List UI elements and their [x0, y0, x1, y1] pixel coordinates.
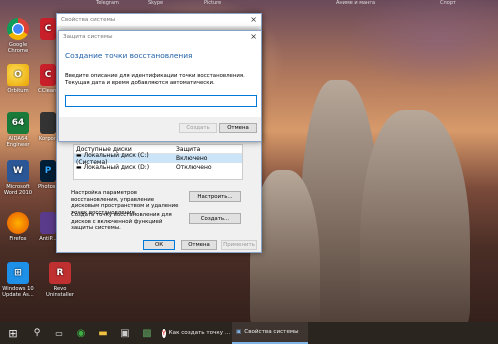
yandex-browser-icon: Y — [162, 328, 166, 338]
xbox-icon: ◉ — [76, 327, 86, 339]
window-title: Свойства системы — [61, 17, 116, 23]
table-row[interactable]: ▬ Локальный диск (D:) Отключено — [74, 163, 242, 172]
drive-protection: Включено — [176, 155, 208, 162]
taskbar-pinned-explorer[interactable]: ▬ — [92, 322, 114, 344]
desktop-top-label: Спорт — [440, 0, 456, 6]
aida64-icon: 64 — [7, 112, 29, 134]
antip-icon — [40, 212, 56, 234]
desktop-icon-aida64[interactable]: 64 AIDA64 Engineer — [0, 112, 36, 148]
table-row[interactable]: ▬ Локальный диск (C:) (Система) Включено — [74, 152, 242, 166]
cancel-button[interactable]: Отмена — [219, 123, 257, 133]
dialog-titlebar: Защита системы × — [59, 31, 261, 43]
close-icon[interactable]: × — [250, 33, 257, 41]
task-view-button[interactable]: ▭ — [48, 322, 70, 344]
configure-button[interactable]: Настроить... — [189, 191, 241, 202]
desktop-icon-label: AIDA64 Engineer — [6, 136, 30, 148]
taskbar-pinned-app[interactable]: ▩ — [136, 322, 158, 344]
ok-button[interactable]: ОК — [143, 240, 175, 250]
desktop-icon-windows-update[interactable]: ⊞ Windows 10 Update As... — [0, 262, 36, 298]
desktop-icon-label: Korpon — [38, 136, 58, 142]
taskbar-app-label: Свойства системы — [244, 329, 299, 335]
desktop-icon-firefox[interactable]: Firefox — [0, 212, 36, 242]
desktop-top-label: Аниме и манга — [336, 0, 376, 6]
korpon-icon — [40, 112, 56, 134]
desktop-icon-label: Microsoft Word 2010 — [3, 184, 33, 196]
taskbar-app-system-properties[interactable]: ▣ Свойства системы — [232, 322, 308, 344]
create-button[interactable]: Создать — [179, 123, 217, 133]
search-icon: ⚲ — [33, 328, 41, 338]
desktop-top-labels: Telegram Skype Picture Аниме и манга Спо… — [0, 0, 498, 10]
system-properties-icon: ▣ — [236, 329, 242, 335]
chrome-icon — [7, 18, 29, 40]
taskbar: ⊞ ⚲ ▭ ◉ ▬ ▣ ▩ Y Как создать точку ... ▣ … — [0, 322, 498, 344]
desktop-icon-label: Orbitum — [7, 88, 29, 94]
rock-formation — [360, 110, 470, 330]
start-button[interactable]: ⊞ — [0, 322, 26, 344]
desktop-icon-ccleaner[interactable]: C — [38, 18, 58, 42]
desktop-icon-label: Photoshop — [38, 184, 66, 190]
desktop-icon-label: AntiP... — [39, 236, 57, 242]
ccleaner-icon: C — [40, 18, 56, 40]
desktop-icon-photoshop[interactable]: P Photoshop — [38, 160, 66, 190]
orbitum-icon: O — [7, 64, 29, 86]
photoshop-icon: P — [40, 160, 56, 182]
desktop-icon-antip[interactable]: AntiP... — [38, 212, 58, 242]
desktop-icon-korpon[interactable]: Korpon — [38, 112, 58, 142]
apply-button[interactable]: Применить — [221, 240, 257, 250]
app-icon: ▩ — [142, 327, 152, 339]
create-button[interactable]: Создать... — [189, 213, 241, 224]
desktop-icon-orbitum[interactable]: O Orbitum — [0, 64, 36, 94]
create-description: Создать точку восстановления для дисков … — [71, 212, 172, 231]
desktop-icon-ccleaner-2[interactable]: C CCleaner — [38, 64, 62, 94]
desktop-icon-chrome[interactable]: Google Chrome — [0, 18, 36, 54]
taskbar-pinned-store[interactable]: ▣ — [114, 322, 136, 344]
desktop-icon-label: Windows 10 Update As... — [2, 286, 34, 298]
dialog-button-bar: Создать Отмена — [59, 117, 261, 141]
search-button[interactable]: ⚲ — [26, 322, 48, 344]
revo-icon: R — [49, 262, 71, 284]
close-icon[interactable]: × — [250, 16, 257, 24]
desktop-icon-label: Google Chrome — [7, 42, 29, 54]
restore-point-description-input[interactable] — [65, 95, 257, 107]
cancel-button[interactable]: Отмена — [181, 240, 217, 250]
taskbar-pinned-xbox[interactable]: ◉ — [70, 322, 92, 344]
desktop-icon-word[interactable]: W Microsoft Word 2010 — [0, 160, 36, 196]
desktop-icon-label: Firefox — [9, 236, 27, 242]
drive-name: ▬ Локальный диск (D:) — [76, 164, 150, 171]
ccleaner-icon: C — [40, 64, 56, 86]
firefox-icon — [7, 212, 29, 234]
desktop-top-label: Picture — [204, 0, 222, 6]
desktop-top-label: Skype — [148, 0, 164, 6]
drives-table: Доступные диски Защита ▬ Локальный диск … — [73, 144, 243, 180]
desktop-icon-revo[interactable]: R Revo Uninstaller — [40, 262, 80, 298]
dialog-heading: Создание точки восстановления — [65, 51, 193, 60]
desktop-icon-label: Revo Uninstaller — [46, 286, 74, 298]
desktop: { "desktop_top_labels": ["Telegram", "Sk… — [0, 0, 498, 344]
store-icon: ▣ — [120, 327, 130, 339]
word-icon: W — [7, 160, 29, 182]
system-properties-titlebar: Свойства системы × — [57, 14, 261, 26]
column-header-protection: Защита — [176, 145, 201, 153]
drive-protection: Отключено — [176, 164, 212, 171]
taskbar-app-browser[interactable]: Y Как создать точку ... — [158, 322, 232, 344]
windows-logo-icon: ⊞ — [8, 326, 18, 340]
dialog-description: Введите описание для идентификации точки… — [65, 73, 245, 86]
desktop-icon-label: CCleaner — [38, 88, 62, 94]
taskbar-app-label: Как создать точку ... — [168, 330, 231, 336]
folder-icon: ▬ — [98, 327, 108, 339]
task-view-icon: ▭ — [55, 328, 63, 338]
desktop-top-label: Telegram — [96, 0, 119, 6]
dialog-title: Защита системы — [63, 34, 113, 40]
create-restore-point-dialog: Защита системы × Создание точки восстано… — [58, 30, 262, 142]
windows-update-icon: ⊞ — [7, 262, 29, 284]
